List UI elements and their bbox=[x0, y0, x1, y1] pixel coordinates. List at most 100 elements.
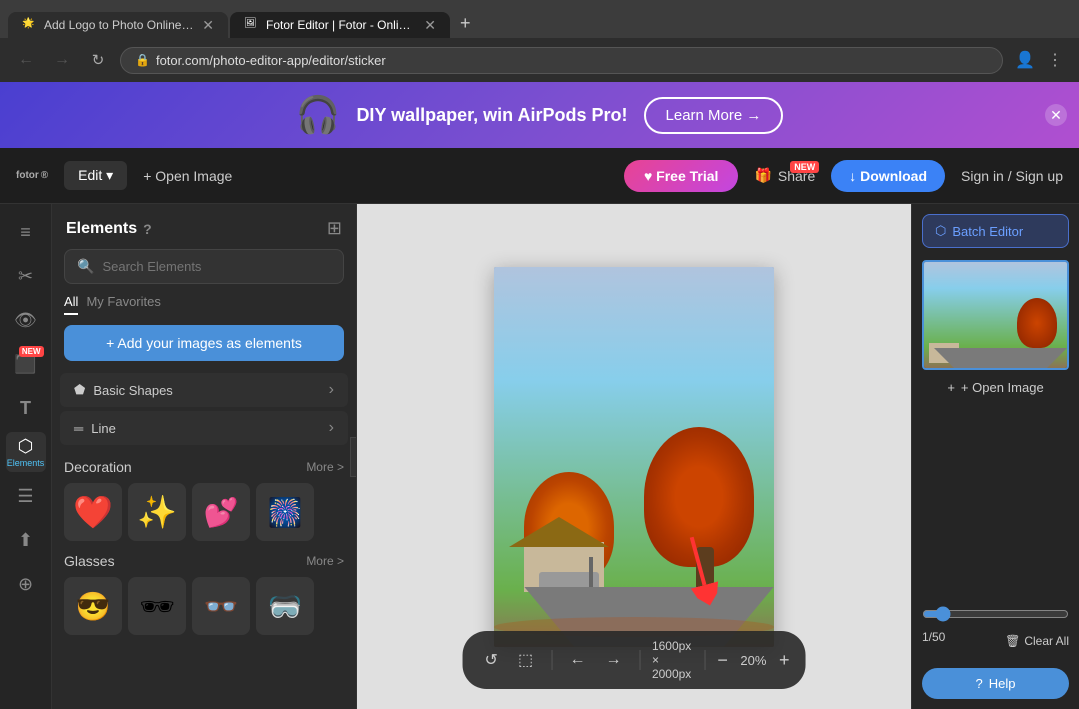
profile-button[interactable]: 👤 bbox=[1011, 46, 1039, 74]
zoom-in-button[interactable]: + bbox=[779, 650, 790, 671]
line-arrow: › bbox=[329, 419, 334, 437]
free-trial-button[interactable]: ♥ Free Trial bbox=[624, 160, 738, 192]
text-icon: T bbox=[20, 398, 31, 419]
search-icon: 🔍 bbox=[77, 258, 94, 275]
tab-all[interactable]: All bbox=[64, 294, 78, 315]
grid-view-icon[interactable]: ⊞ bbox=[327, 218, 342, 239]
glasses-sticker-3[interactable]: 👓 bbox=[192, 577, 250, 635]
line-row[interactable]: ═ Line › bbox=[60, 411, 348, 445]
canvas-image bbox=[494, 267, 774, 647]
page-counter-row: 1/50 🗑 Clear All bbox=[922, 630, 1069, 652]
download-button[interactable]: ↓ Download bbox=[831, 160, 945, 192]
new-tab-button[interactable]: + bbox=[452, 9, 479, 38]
decoration-header: Decoration More > bbox=[64, 459, 344, 475]
share-button[interactable]: 🎁 Share NEW bbox=[754, 167, 815, 184]
browser-tab-2[interactable]: 🖼 Fotor Editor | Fotor - Online ... ✕ bbox=[230, 12, 450, 38]
help-circle-icon: ? bbox=[976, 676, 983, 691]
glasses-sticker-1[interactable]: 😎 bbox=[64, 577, 122, 635]
zoom-out-button[interactable]: − bbox=[717, 650, 728, 671]
panel-title: Elements ? bbox=[66, 220, 152, 238]
browser-tab-1[interactable]: 🌟 Add Logo to Photo Online for... ✕ bbox=[8, 12, 228, 38]
clear-all-button[interactable]: 🗑 Clear All bbox=[1005, 634, 1069, 648]
browser-menu-button[interactable]: ⋮ bbox=[1043, 46, 1067, 74]
panel-header: Elements ? ⊞ bbox=[52, 204, 356, 249]
sidebar-sticker-button[interactable]: ☰ bbox=[6, 476, 46, 516]
glasses-header: Glasses More > bbox=[64, 553, 344, 569]
rotate-button[interactable]: ↺ bbox=[479, 646, 504, 674]
sidebar-layers-button[interactable]: ⬛ NEW bbox=[6, 344, 46, 384]
learn-more-button[interactable]: Learn More → bbox=[644, 97, 784, 134]
decoration-more-link[interactable]: More > bbox=[306, 460, 344, 474]
tab-favorites[interactable]: My Favorites bbox=[86, 294, 160, 315]
sticker-firework[interactable]: 🎆 bbox=[256, 483, 314, 541]
batch-editor-button[interactable]: ⬡ Batch Editor bbox=[922, 214, 1069, 248]
address-text: fotor.com/photo-editor-app/editor/sticke… bbox=[156, 53, 988, 68]
banner-close-button[interactable]: ✕ bbox=[1045, 104, 1067, 126]
zoom-slider[interactable] bbox=[922, 606, 1069, 622]
elements-label: Elements bbox=[7, 458, 45, 468]
open-image-button[interactable]: + Open Image bbox=[143, 168, 232, 184]
sidebar-adjust-button[interactable]: ≡ bbox=[6, 212, 46, 252]
search-input[interactable] bbox=[102, 259, 331, 274]
sticker-heart[interactable]: ❤️ bbox=[64, 483, 122, 541]
sticker-sparkle[interactable]: ✨ bbox=[128, 483, 186, 541]
glasses-title: Glasses bbox=[64, 553, 115, 569]
thumbnail-image bbox=[924, 262, 1067, 368]
autumn-scene bbox=[494, 267, 774, 647]
logo-text: fotor bbox=[16, 170, 39, 181]
glasses2-icon: 🕶 bbox=[139, 590, 175, 623]
glasses-section: Glasses More > 😎 🕶 👓 bbox=[52, 547, 356, 641]
fit-button[interactable]: ⬚ bbox=[512, 646, 539, 674]
sticker-hearts2[interactable]: 💕 bbox=[192, 483, 250, 541]
glasses-more-link[interactable]: More > bbox=[306, 554, 344, 568]
tree-foliage-right bbox=[644, 427, 754, 567]
house-roof bbox=[509, 517, 609, 547]
redo-button[interactable]: → bbox=[600, 647, 628, 673]
reload-button[interactable]: ↻ bbox=[84, 46, 112, 74]
signin-button[interactable]: Sign in / Sign up bbox=[961, 168, 1063, 184]
panel-scroll: ⬟ Basic Shapes › ═ Line › Decora bbox=[52, 373, 356, 709]
share-icon: 🎁 bbox=[754, 167, 771, 184]
glasses-sticker-2[interactable]: 🕶 bbox=[128, 577, 186, 635]
forward-button[interactable]: → bbox=[48, 46, 76, 74]
tab-title-2: Fotor Editor | Fotor - Online ... bbox=[266, 18, 416, 32]
sticker-icon: ☰ bbox=[17, 486, 33, 507]
hearts2-sticker-icon: 💕 bbox=[204, 496, 239, 529]
browser-chrome: 🌟 Add Logo to Photo Online for... ✕ 🖼 Fo… bbox=[0, 0, 1079, 82]
lock-icon: 🔒 bbox=[135, 53, 150, 67]
sidebar-crop-button[interactable]: ✂ bbox=[6, 256, 46, 296]
canvas-toolbar: ↺ ⬚ ← → 1600px × 2000px − 20% + bbox=[463, 631, 806, 689]
sidebar-upload-button[interactable]: ⬆ bbox=[6, 520, 46, 560]
edit-button[interactable]: Edit ▾ bbox=[64, 161, 127, 190]
add-images-button[interactable]: + Add your images as elements bbox=[64, 325, 344, 361]
tabs-row: All My Favorites bbox=[52, 294, 356, 315]
fotor-logo: fotor® bbox=[16, 170, 48, 181]
line-label: ═ Line bbox=[74, 421, 116, 436]
sidebar-eye-button[interactable]: 👁 bbox=[6, 300, 46, 340]
page-counter: 1/50 bbox=[922, 630, 945, 644]
app-container: fotor® Edit ▾ + Open Image ♥ Free Trial … bbox=[0, 148, 1079, 709]
sidebar-text-button[interactable]: T bbox=[6, 388, 46, 428]
panel-collapse-button[interactable]: ‹ bbox=[350, 437, 357, 477]
adjust-icon: ≡ bbox=[20, 222, 31, 243]
upload-icon: ⬆ bbox=[18, 530, 33, 551]
decoration-title: Decoration bbox=[64, 459, 132, 475]
back-button[interactable]: ← bbox=[12, 46, 40, 74]
glasses3-icon: 👓 bbox=[204, 590, 239, 623]
sidebar-more-button[interactable]: ⊕ bbox=[6, 564, 46, 604]
tab-close-2[interactable]: ✕ bbox=[424, 18, 436, 32]
thumb-road bbox=[934, 348, 1067, 368]
search-box: 🔍 bbox=[64, 249, 344, 284]
undo-button[interactable]: ← bbox=[564, 647, 592, 673]
basic-shapes-row[interactable]: ⬟ Basic Shapes › bbox=[60, 373, 348, 407]
sidebar-elements-button[interactable]: ⬡ Elements bbox=[6, 432, 46, 472]
open-image-right-button[interactable]: + + Open Image bbox=[922, 380, 1069, 395]
browser-tabs: 🌟 Add Logo to Photo Online for... ✕ 🖼 Fo… bbox=[0, 0, 1079, 38]
batch-editor-label: Batch Editor bbox=[952, 224, 1023, 239]
glasses-sticker-4[interactable]: 🥽 bbox=[256, 577, 314, 635]
address-bar[interactable]: 🔒 fotor.com/photo-editor-app/editor/stic… bbox=[120, 47, 1003, 74]
elements-panel: Elements ? ⊞ 🔍 All My Favorites + Add yo… bbox=[52, 204, 357, 709]
help-button[interactable]: ? Help bbox=[922, 668, 1069, 699]
clear-all-label: Clear All bbox=[1024, 634, 1069, 648]
tab-close-1[interactable]: ✕ bbox=[202, 18, 214, 32]
